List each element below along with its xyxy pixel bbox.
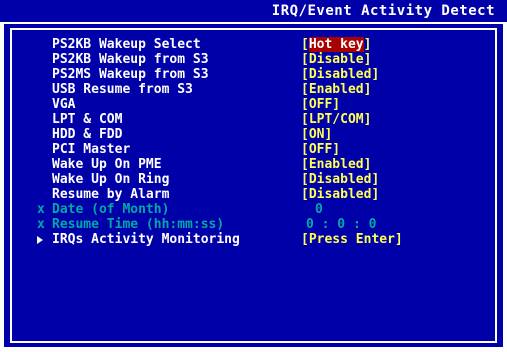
setting-wake-up-on-pme[interactable]: Wake Up On PME [Enabled] [4, 157, 503, 172]
setting-ps2kb-wakeup-from-s3[interactable]: PS2KB Wakeup from S3 [Disable] [4, 52, 503, 67]
setting-value[interactable]: [LPT/COM] [301, 112, 371, 127]
disabled-marker: x [37, 202, 45, 217]
setting-value: 0 : 0 : 0 [306, 217, 377, 232]
setting-value[interactable]: [OFF] [301, 142, 340, 157]
setting-pci-master[interactable]: PCI Master [OFF] [4, 142, 503, 157]
setting-label: Wake Up On Ring [52, 172, 170, 187]
setting-value[interactable]: [Disabled] [301, 187, 379, 202]
setting-value: 0 [315, 202, 323, 217]
settings-panel: PS2KB Wakeup Select [Hot key] PS2KB Wake… [4, 24, 503, 347]
setting-label: HDD & FDD [52, 127, 123, 142]
selected-value-highlight: Hot key [308, 37, 364, 52]
setting-usb-resume-from-s3[interactable]: USB Resume from S3 [Enabled] [4, 82, 503, 97]
setting-label: PS2KB Wakeup from S3 [52, 52, 209, 67]
setting-label: IRQs Activity Monitoring [52, 232, 240, 247]
setting-label: Date (of Month) [52, 202, 170, 217]
bios-screen: IRQ/Event Activity Detect PS2KB Wakeup S… [0, 0, 507, 352]
setting-vga[interactable]: VGA [OFF] [4, 97, 503, 112]
setting-label: Wake Up On PME [52, 157, 162, 172]
setting-resume-time: x Resume Time (hh:mm:ss) 0 : 0 : 0 [4, 217, 503, 232]
submenu-arrow-icon [37, 236, 43, 244]
disabled-marker: x [37, 217, 45, 232]
setting-label: PCI Master [52, 142, 131, 157]
setting-label: PS2KB Wakeup Select [52, 37, 201, 52]
setting-value[interactable]: [Hot key] [301, 37, 371, 52]
title-bar: IRQ/Event Activity Detect [0, 0, 507, 22]
setting-value[interactable]: [Enabled] [301, 157, 371, 172]
setting-value[interactable]: [ON] [301, 127, 332, 142]
submenu-irqs-activity-monitoring[interactable]: IRQs Activity Monitoring [Press Enter] [4, 232, 503, 247]
setting-wake-up-on-ring[interactable]: Wake Up On Ring [Disabled] [4, 172, 503, 187]
setting-label: Resume by Alarm [52, 187, 170, 202]
setting-value[interactable]: [Disabled] [301, 172, 379, 187]
setting-value[interactable]: [Enabled] [301, 82, 371, 97]
setting-hdd-fdd[interactable]: HDD & FDD [ON] [4, 127, 503, 142]
setting-lpt-com[interactable]: LPT & COM [LPT/COM] [4, 112, 503, 127]
setting-ps2ms-wakeup-from-s3[interactable]: PS2MS Wakeup from S3 [Disabled] [4, 67, 503, 82]
setting-date-of-month: x Date (of Month) 0 [4, 202, 503, 217]
setting-label: LPT & COM [52, 112, 123, 127]
setting-label: PS2MS Wakeup from S3 [52, 67, 209, 82]
setting-label: Resume Time (hh:mm:ss) [52, 217, 225, 232]
setting-label: USB Resume from S3 [52, 82, 193, 97]
setting-resume-by-alarm[interactable]: Resume by Alarm [Disabled] [4, 187, 503, 202]
setting-ps2kb-wakeup-select[interactable]: PS2KB Wakeup Select [Hot key] [4, 37, 503, 52]
setting-value[interactable]: [Disable] [301, 52, 371, 67]
setting-label: VGA [52, 97, 76, 112]
setting-value[interactable]: [Press Enter] [301, 232, 403, 247]
page-title: IRQ/Event Activity Detect [271, 3, 495, 19]
setting-value[interactable]: [Disabled] [301, 67, 379, 82]
setting-value[interactable]: [OFF] [301, 97, 340, 112]
